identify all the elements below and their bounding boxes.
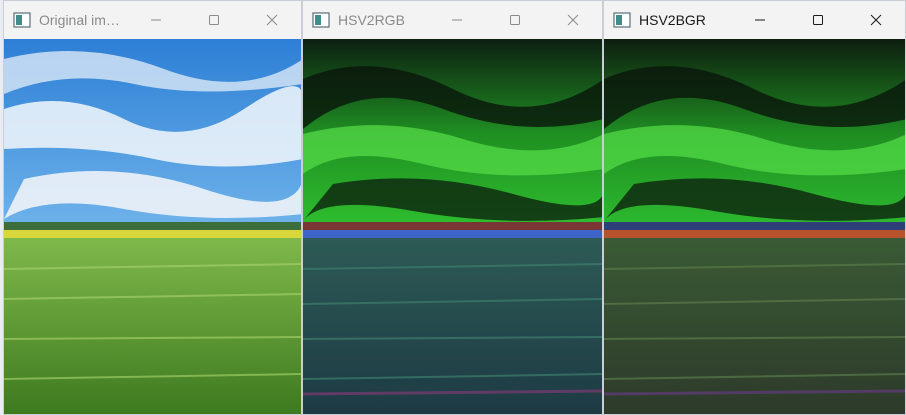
- close-icon: [870, 14, 882, 26]
- window-original-image[interactable]: Original im…: [3, 0, 302, 415]
- maximize-icon: [813, 15, 823, 25]
- maximize-icon: [209, 15, 219, 25]
- app-icon: [613, 12, 631, 28]
- close-icon: [567, 14, 579, 26]
- minimize-icon: [151, 19, 161, 21]
- hsv2bgr-image: [604, 39, 905, 414]
- image-canvas: [303, 39, 602, 414]
- hsv2rgb-image: [303, 39, 602, 414]
- app-icon: [13, 12, 31, 28]
- maximize-button[interactable]: [486, 1, 544, 39]
- close-button[interactable]: [544, 1, 602, 39]
- maximize-icon: [510, 15, 520, 25]
- minimize-icon: [452, 19, 462, 21]
- close-button[interactable]: [847, 1, 905, 39]
- minimize-button[interactable]: [428, 1, 486, 39]
- close-icon: [266, 14, 278, 26]
- window-title: HSV2RGB: [338, 12, 405, 28]
- maximize-button[interactable]: [789, 1, 847, 39]
- close-button[interactable]: [243, 1, 301, 39]
- window-title: HSV2BGR: [639, 12, 706, 28]
- minimize-button[interactable]: [127, 1, 185, 39]
- app-icon: [312, 12, 330, 28]
- minimize-button[interactable]: [731, 1, 789, 39]
- image-canvas: [604, 39, 905, 414]
- window-hsv2rgb[interactable]: HSV2RGB: [302, 0, 603, 415]
- maximize-button[interactable]: [185, 1, 243, 39]
- minimize-icon: [755, 19, 765, 21]
- window-title: Original im…: [39, 12, 120, 28]
- landscape-image: [4, 39, 301, 414]
- window-hsv2bgr[interactable]: HSV2BGR: [603, 0, 906, 415]
- image-canvas: [4, 39, 301, 414]
